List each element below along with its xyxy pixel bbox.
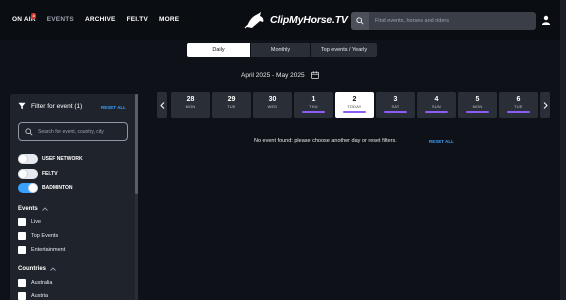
toggle-usef-network: USEF NETWORK <box>18 154 83 164</box>
tab-top-events-yearly[interactable]: Top events / Yearly <box>310 43 377 57</box>
events-section-title[interactable]: Events <box>18 206 48 212</box>
day-1[interactable]: 1 THU <box>294 92 333 118</box>
filter-title: Filter for event (1) <box>31 102 83 110</box>
site-logo[interactable]: ClipMyHorse.TV <box>244 10 348 30</box>
nav-archive[interactable]: ARCHIVE <box>85 16 116 23</box>
tab-daily[interactable]: Daily <box>187 43 250 57</box>
nav-more[interactable]: MORE <box>159 16 179 23</box>
on-air-badge: 4 <box>31 13 37 19</box>
australia-checkbox[interactable] <box>18 279 26 287</box>
chevron-up-icon <box>41 207 48 211</box>
austria-checkbox[interactable] <box>18 292 26 300</box>
tab-monthly[interactable]: Monthly <box>250 43 310 57</box>
next-days-button[interactable] <box>540 92 550 118</box>
event-indicator-bar <box>507 111 530 113</box>
global-search-input[interactable] <box>369 18 529 24</box>
page-scrollbar[interactable] <box>560 0 566 300</box>
reset-all-link[interactable]: RESET ALL <box>429 139 454 144</box>
fei-tv-switch[interactable] <box>18 169 38 179</box>
sidebar-search-input[interactable] <box>33 128 125 135</box>
sidebar-reset-all[interactable]: RESET ALL <box>101 105 126 110</box>
date-range: April 2025 - May 2025 <box>241 71 319 79</box>
filter-live: Live <box>18 218 41 226</box>
event-indicator-bar <box>384 111 407 113</box>
usef-network-switch[interactable] <box>18 154 38 164</box>
filter-icon <box>18 102 26 110</box>
filter-sidebar: Filter for event (1) RESET ALL USEF NETW… <box>10 94 138 300</box>
live-checkbox[interactable] <box>18 218 26 226</box>
filter-header: Filter for event (1) <box>18 102 82 110</box>
countries-section-title[interactable]: Countries <box>18 266 56 272</box>
day-29[interactable]: 29 TUE <box>212 92 251 118</box>
main-nav: ON AIR 4 EVENTS ARCHIVE FEI.TV MORE <box>12 13 179 23</box>
chevron-right-icon <box>543 101 548 109</box>
date-range-label: April 2025 - May 2025 <box>241 71 305 79</box>
filter-austria: Austria <box>18 292 48 300</box>
logo-text: ClipMyHorse.TV <box>270 14 348 26</box>
calendar-icon[interactable] <box>310 71 319 79</box>
toggle-badminton: BADMINTON <box>18 183 72 193</box>
day-28[interactable]: 28 MON <box>171 92 210 118</box>
nav-events[interactable]: EVENTS <box>47 16 74 23</box>
day-6[interactable]: 6 TUE <box>499 92 538 118</box>
toggle-label: USEF NETWORK <box>42 156 83 162</box>
check-label: Australia <box>31 280 53 286</box>
prev-days-button[interactable] <box>157 92 167 118</box>
toggle-fei-tv: FEI.TV <box>18 169 58 179</box>
user-icon[interactable] <box>541 15 551 25</box>
badminton-switch[interactable] <box>18 183 38 193</box>
event-indicator-bar <box>466 111 489 113</box>
day-5[interactable]: 5 MON <box>458 92 497 118</box>
search-icon <box>25 127 33 136</box>
nav-on-air[interactable]: ON AIR 4 <box>12 13 37 23</box>
chevron-left-icon <box>159 101 164 109</box>
chevron-up-icon <box>50 267 56 271</box>
day-4[interactable]: 4 SUN <box>417 92 456 118</box>
nav-fei-tv[interactable]: FEI.TV <box>127 16 148 23</box>
horse-logo-icon <box>244 12 264 29</box>
search-icon <box>351 12 369 30</box>
entertainment-checkbox[interactable] <box>18 246 26 254</box>
top-header: ON AIR 4 EVENTS ARCHIVE FEI.TV MORE ClipM… <box>0 0 566 40</box>
toggle-label: BADMINTON <box>42 185 73 191</box>
day-2-today[interactable]: 2 TODAY <box>335 92 374 118</box>
check-label: Live <box>31 219 42 225</box>
filter-entertainment: Entertainment <box>18 246 65 254</box>
no-event-message: No event found: please choose another da… <box>254 138 397 144</box>
filter-australia: Australia <box>18 279 52 287</box>
global-search[interactable] <box>351 12 536 30</box>
event-indicator-bar <box>302 111 325 113</box>
sidebar-search[interactable] <box>18 122 128 141</box>
check-label: Austria <box>31 293 49 299</box>
check-label: Entertainment <box>31 247 66 253</box>
event-indicator-bar <box>425 111 448 113</box>
sidebar-scrollbar-thumb[interactable] <box>135 94 138 194</box>
toggle-label: FEI.TV <box>42 171 58 177</box>
day-3[interactable]: 3 SAT <box>376 92 415 118</box>
top-events-checkbox[interactable] <box>18 232 26 240</box>
check-label: Top Events <box>31 233 59 239</box>
day-30[interactable]: 30 WED <box>253 92 292 118</box>
event-indicator-bar <box>343 111 366 113</box>
view-toggle: Daily Monthly Top events / Yearly <box>187 43 377 57</box>
filter-top-events: Top Events <box>18 232 58 240</box>
